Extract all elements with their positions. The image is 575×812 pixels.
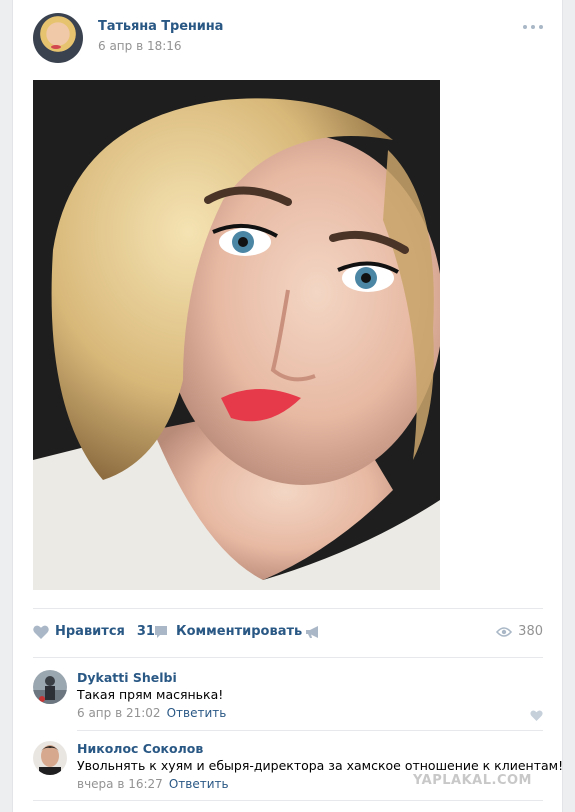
divider [33,608,543,609]
comment-like-button[interactable] [530,706,543,725]
divider [33,657,543,658]
post-actions: Нравится 31 Комментировать 380 [33,622,543,644]
comment-button[interactable]: Комментировать [154,624,302,639]
like-count: 31 [136,624,155,639]
commenter-avatar[interactable] [33,670,67,704]
views-count: 380 [518,624,543,639]
comment-author[interactable]: Dykatti Shelbi [77,670,177,685]
author-avatar[interactable] [33,13,83,63]
heart-icon [33,625,49,639]
comment-text: Такая прям масянька! [77,687,224,702]
megaphone-icon [306,626,318,638]
post-photo[interactable] [33,80,440,590]
comment-date[interactable]: 6 апр в 21:02 [77,706,161,720]
comment-author[interactable]: Николос Соколов [77,741,203,756]
post-card: Татьяна Тренина 6 апр в 18:16 Нравится 3… [12,0,563,812]
commenter-avatar[interactable] [33,741,67,775]
comment-icon [155,625,167,638]
like-button[interactable]: Нравится 31 [33,624,155,639]
eye-icon [496,626,513,637]
divider [33,800,543,801]
like-label: Нравится [55,624,125,639]
comment-meta: 6 апр в 21:02 Ответить [77,706,226,720]
comment-label: Комментировать [176,624,303,639]
comment-text: Увольнять к хуям и ебыря-директора за ха… [77,758,564,773]
heart-icon [530,710,543,721]
views-counter: 380 [496,624,543,639]
comment-meta: вчера в 16:27 Ответить [77,777,229,791]
portrait-illustration [33,80,440,590]
reply-link[interactable]: Ответить [167,706,227,720]
post-date[interactable]: 6 апр в 18:16 [98,39,182,53]
post-header: Татьяна Тренина 6 апр в 18:16 [33,13,543,63]
post-author[interactable]: Татьяна Тренина [98,19,223,34]
divider [77,730,543,731]
comment-item: Dykatti Shelbi Такая прям масянька! 6 ап… [33,670,543,722]
comment-date[interactable]: вчера в 16:27 [77,777,163,791]
reply-link[interactable]: Ответить [169,777,229,791]
watermark: YAPLAKAL.COM [413,773,532,788]
more-options-icon[interactable] [523,23,543,31]
share-button[interactable] [305,624,321,643]
